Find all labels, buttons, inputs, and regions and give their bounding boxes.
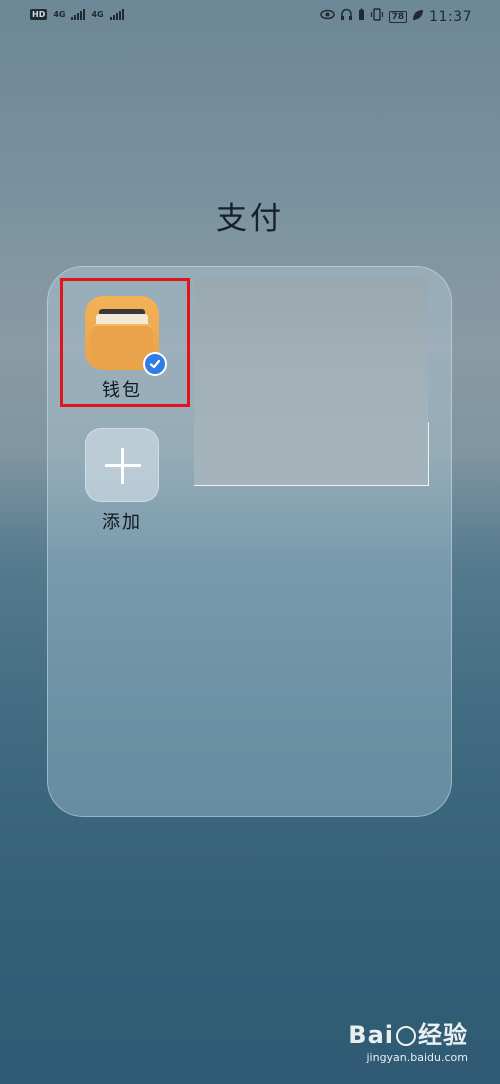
headphones-icon [340,8,353,25]
plus-icon[interactable] [85,428,159,502]
add-label: 添加 [102,512,142,533]
vibrate-icon [370,8,384,25]
eye-icon [319,9,335,24]
hd-badge: HD [30,9,48,20]
battery-small-icon [358,8,365,25]
watermark-brand-right: 经验 [418,1021,468,1049]
watermark-url: jingyan.baidu.com [366,1051,468,1064]
divider [194,485,429,486]
watermark-brand-left: Bai [348,1021,394,1049]
paw-icon [396,1026,416,1046]
divider [428,422,429,486]
leaf-icon [412,9,424,25]
signal-icon [109,9,124,20]
signal-icon [71,9,86,20]
battery-icon: 78 [388,10,408,23]
blurred-placeholder [194,276,428,486]
highlight-box [60,278,190,407]
status-bar-right: 78 11:37 [319,8,472,25]
network-type-1: 4G [53,10,66,19]
add-app-button[interactable]: 添加 [62,428,182,534]
status-bar: HD 4G 4G 78 11:37 [0,0,500,36]
watermark-brand: Bai 经验 [348,1015,468,1050]
baidu-watermark: Bai 经验 jingyan.baidu.com [348,1015,468,1064]
clock: 11:37 [429,8,472,25]
status-bar-left: HD 4G 4G [30,9,124,20]
network-type-2: 4G [91,10,104,19]
folder-title[interactable]: 支付 [0,193,500,238]
